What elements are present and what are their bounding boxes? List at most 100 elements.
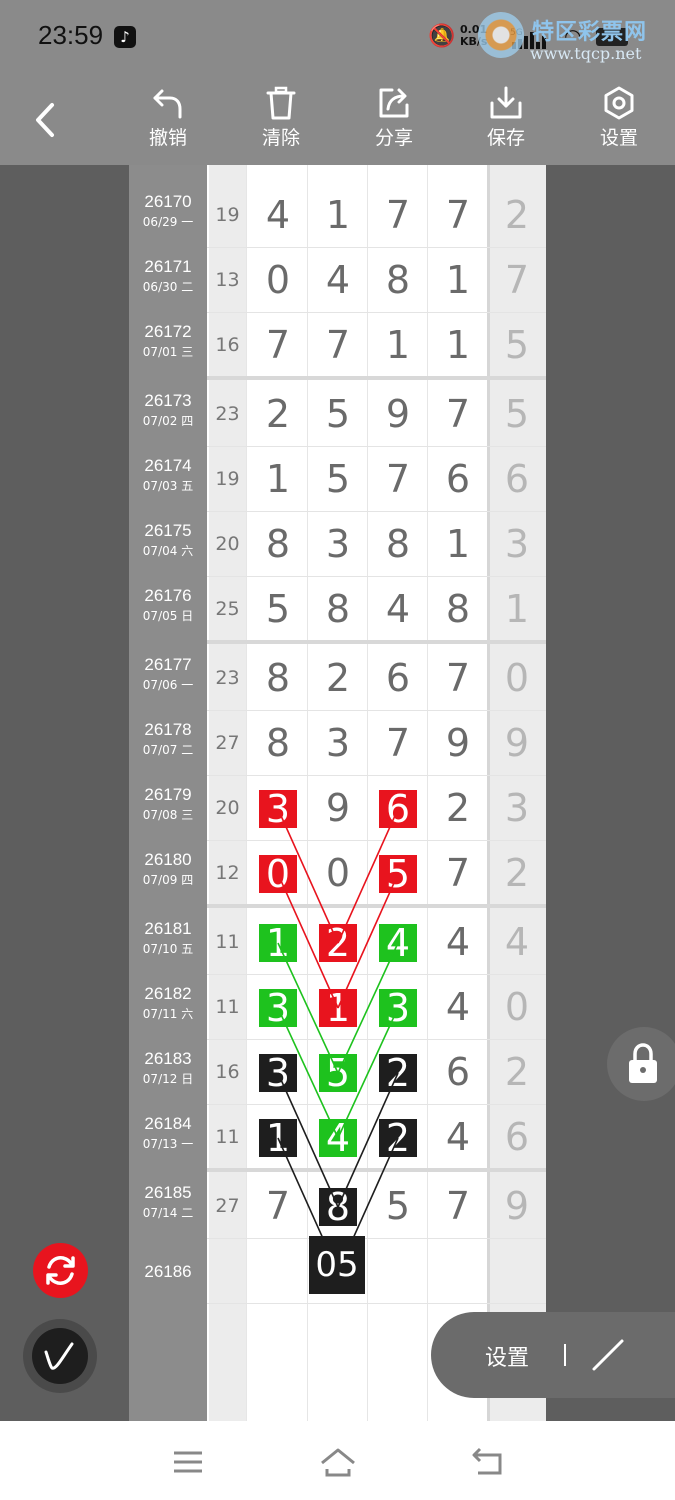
digit-mark-green: 5: [319, 1054, 357, 1092]
digit-cell[interactable]: 1: [308, 183, 368, 248]
digit-cell[interactable]: 8: [428, 577, 488, 642]
highlighted-digit-cell[interactable]: 0: [248, 841, 308, 906]
digit-cell[interactable]: 8: [368, 512, 428, 577]
issue-cell: 26177 07/06 一: [129, 647, 207, 709]
digit-cell[interactable]: 2: [248, 382, 308, 447]
digit-cell[interactable]: 9: [428, 711, 488, 776]
digit-cell[interactable]: 1: [368, 313, 428, 378]
save-button[interactable]: 保存: [466, 83, 546, 163]
share-button[interactable]: 分享: [354, 83, 434, 163]
digit-cell[interactable]: 4: [368, 577, 428, 642]
highlighted-digit-cell[interactable]: 3: [248, 1040, 308, 1105]
digit-cell[interactable]: 4: [428, 975, 488, 1040]
digit-cell[interactable]: 7: [428, 1174, 488, 1239]
digit-cell[interactable]: 4: [428, 1105, 488, 1170]
row-divider: [207, 1168, 546, 1172]
table-row: 26171 06/30 二 13 0 4 8 1 7: [129, 248, 546, 313]
back-button[interactable]: [30, 101, 60, 139]
digit-cell[interactable]: 5: [248, 577, 308, 642]
digit-cell[interactable]: 7: [308, 313, 368, 378]
digit-cell[interactable]: 6: [368, 646, 428, 711]
digit-cell[interactable]: 1: [428, 313, 488, 378]
digit-cell[interactable]: 7: [368, 711, 428, 776]
sum-cell: 11: [215, 996, 240, 1018]
last-digit-cell: 2: [504, 1050, 530, 1094]
digit-cell[interactable]: 5: [308, 447, 368, 512]
digit-cell[interactable]: 1: [428, 248, 488, 313]
digit-cell[interactable]: 7: [368, 183, 428, 248]
digit-cell[interactable]: 2: [308, 646, 368, 711]
highlighted-digit-cell[interactable]: 6: [368, 776, 428, 841]
digit-cell[interactable]: 7: [428, 646, 488, 711]
digit-cell[interactable]: 9: [308, 776, 368, 841]
digit-cell[interactable]: 5: [308, 382, 368, 447]
digit-cell[interactable]: 3: [308, 711, 368, 776]
pill-settings-label[interactable]: 设置: [485, 1340, 529, 1372]
highlighted-digit-cell[interactable]: 1: [308, 975, 368, 1040]
table-row: 26170 06/29 一 19 4 1 7 7 2: [129, 183, 546, 248]
table-row: 26184 07/13 一 11 1 4 2 4 6: [129, 1105, 546, 1170]
settings-button[interactable]: 设置: [579, 83, 659, 163]
digit-cell[interactable]: 7: [428, 841, 488, 906]
digit-cell[interactable]: 7: [248, 313, 308, 378]
highlighted-digit-cell[interactable]: 5: [308, 1040, 368, 1105]
digit-cell[interactable]: 8: [368, 248, 428, 313]
digit-cell[interactable]: 4: [428, 910, 488, 975]
undo-button[interactable]: 撤销: [128, 83, 208, 163]
issue-cell: 26184 07/13 一: [129, 1106, 207, 1168]
line-tool-icon[interactable]: [591, 1338, 625, 1372]
digit-cell[interactable]: 9: [368, 382, 428, 447]
digit-mark-black: 8: [319, 1188, 357, 1226]
digit-cell[interactable]: 2: [428, 776, 488, 841]
digit-cell[interactable]: [428, 1239, 488, 1304]
digit-cell[interactable]: 3: [308, 512, 368, 577]
highlighted-digit-cell[interactable]: 8: [308, 1174, 368, 1239]
highlighted-digit-cell[interactable]: 3: [248, 975, 308, 1040]
highlighted-digit-cell[interactable]: 4: [368, 910, 428, 975]
last-digit-cell: 9: [504, 721, 530, 765]
clear-button[interactable]: 清除: [241, 83, 321, 163]
digit-cell[interactable]: 8: [248, 711, 308, 776]
digit-cell[interactable]: [248, 1239, 308, 1304]
digit-cell[interactable]: 1: [428, 512, 488, 577]
settings-pill[interactable]: 设置: [431, 1312, 675, 1398]
digit-cell[interactable]: 8: [308, 577, 368, 642]
digit-cell[interactable]: 7: [248, 1174, 308, 1239]
highlighted-digit-cell[interactable]: 5: [368, 841, 428, 906]
digit-cell[interactable]: 0: [248, 248, 308, 313]
issue-date: 07/08 三: [142, 808, 194, 822]
highlighted-digit-cell[interactable]: 2: [308, 910, 368, 975]
draw-board[interactable]: 26170 06/29 一 19 4 1 7 7 2 26171 06/30 二 13 0 4 8 1 7 26…: [129, 165, 546, 1421]
mute-icon: 🔕: [428, 24, 456, 49]
highlighted-digit-cell[interactable]: 3: [248, 776, 308, 841]
digit-cell[interactable]: [368, 1239, 428, 1304]
last-digit-cell: 0: [504, 656, 530, 700]
highlighted-digit-cell[interactable]: 4: [308, 1105, 368, 1170]
highlighted-digit-cell[interactable]: 1: [248, 1105, 308, 1170]
digit-cell[interactable]: 8: [248, 646, 308, 711]
highlighted-digit-cell[interactable]: 2: [368, 1105, 428, 1170]
digit-cell[interactable]: 4: [308, 248, 368, 313]
digit-cell[interactable]: 6: [428, 1040, 488, 1105]
digit-cell[interactable]: 1: [248, 447, 308, 512]
highlighted-digit-cell[interactable]: 3: [368, 975, 428, 1040]
highlighted-digit-cell[interactable]: 2: [368, 1040, 428, 1105]
digit-cell[interactable]: 7: [428, 183, 488, 248]
pen-mode-button[interactable]: [23, 1319, 97, 1393]
home-icon[interactable]: [318, 1445, 358, 1479]
menu-icon[interactable]: [168, 1445, 208, 1479]
highlighted-digit-cell[interactable]: 1: [248, 910, 308, 975]
digit-cell[interactable]: 0: [308, 841, 368, 906]
digit-cell[interactable]: 5: [368, 1174, 428, 1239]
digit-cell[interactable]: 7: [428, 382, 488, 447]
digit-cell[interactable]: 8: [248, 512, 308, 577]
digit-cell[interactable]: 6: [428, 447, 488, 512]
lock-button[interactable]: [607, 1027, 675, 1101]
issue-number: 26179: [144, 785, 192, 804]
back-nav-icon[interactable]: [468, 1445, 508, 1479]
sum-cell: 19: [215, 468, 240, 490]
digit-cell[interactable]: 4: [248, 183, 308, 248]
digit-cell[interactable]: 7: [368, 447, 428, 512]
issue-date: 06/30 二: [142, 280, 194, 294]
refresh-button[interactable]: [33, 1243, 88, 1298]
